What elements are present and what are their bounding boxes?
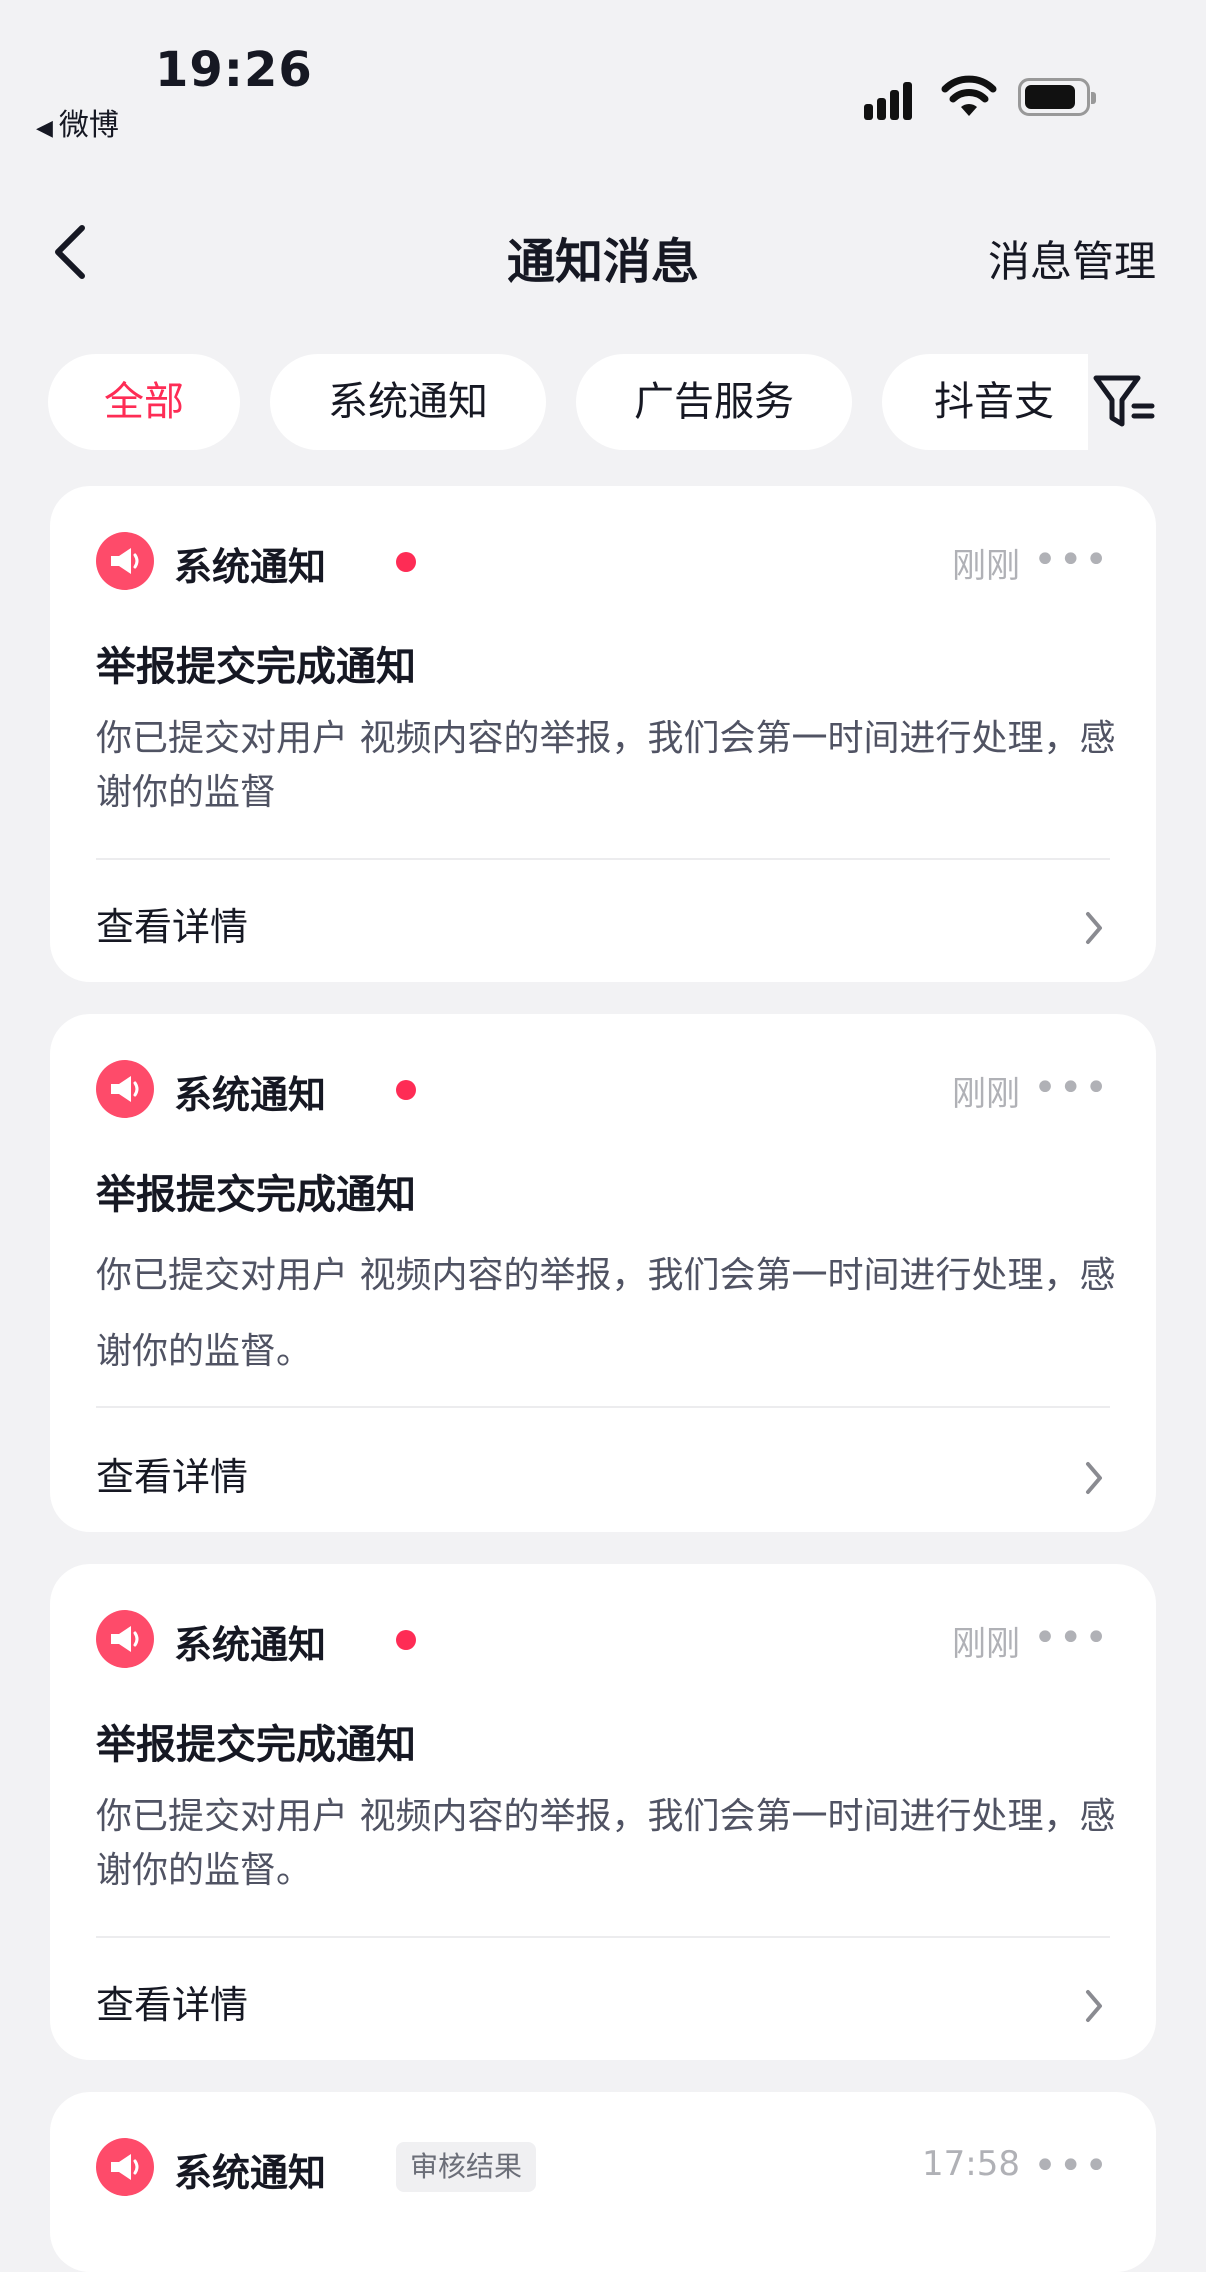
megaphone-icon xyxy=(96,532,154,590)
view-details-link[interactable]: 查看详情 xyxy=(96,896,248,951)
megaphone-icon xyxy=(96,2138,154,2196)
notification-time: 刚刚 xyxy=(952,1624,1020,1664)
notification-title: 举报提交完成通知 xyxy=(96,1722,416,1768)
notification-title: 举报提交完成通知 xyxy=(96,1172,416,1218)
unread-dot xyxy=(396,1630,416,1650)
tab-douyin-pay[interactable]: 抖音支 xyxy=(882,354,1088,450)
megaphone-icon xyxy=(96,1610,154,1668)
signal-icon xyxy=(864,78,924,120)
notification-card[interactable]: 系统通知 刚刚 ••• 举报提交完成通知 你已提交对用户 视频内容的举报，我们会… xyxy=(50,486,1156,982)
megaphone-icon xyxy=(96,1060,154,1118)
notification-body: 你已提交对用户 视频内容的举报，我们会第一时间进行处理，感谢你的监督 xyxy=(96,718,1116,813)
filter-tabs: 全部 系统通知 广告服务 抖音支 xyxy=(48,354,1088,450)
more-icon[interactable]: ••• xyxy=(1033,1068,1110,1108)
notification-time: 17:58 xyxy=(922,2144,1020,2184)
view-details-link[interactable]: 查看详情 xyxy=(96,1446,248,1501)
card-header: 系统通知 刚刚 ••• xyxy=(96,1610,1110,1668)
card-header: 系统通知 刚刚 ••• xyxy=(96,532,1110,590)
back-to-app[interactable]: ◀ 微博 xyxy=(36,100,119,144)
chevron-right-icon xyxy=(1086,912,1102,944)
source-name: 系统通知 xyxy=(174,2151,327,2195)
chevron-right-icon xyxy=(1086,1990,1102,2022)
chevron-right-icon xyxy=(1086,1462,1102,1494)
divider xyxy=(96,1936,1110,1938)
status-time: 19:26 xyxy=(155,42,313,98)
tab-ad-service[interactable]: 广告服务 xyxy=(576,354,852,450)
more-icon[interactable]: ••• xyxy=(1033,1618,1110,1658)
message-management-link[interactable]: 消息管理 xyxy=(988,228,1156,289)
source-name: 系统通知 xyxy=(174,1623,327,1667)
card-header: 系统通知 审核结果 17:58 ••• xyxy=(96,2138,1110,2196)
unread-dot xyxy=(396,552,416,572)
back-app-label: 微博 xyxy=(58,108,119,143)
divider xyxy=(96,858,1110,860)
notification-card[interactable]: 系统通知 审核结果 17:58 ••• xyxy=(50,2092,1156,2272)
tab-all[interactable]: 全部 xyxy=(48,354,240,450)
more-icon[interactable]: ••• xyxy=(1033,540,1110,580)
notification-time: 刚刚 xyxy=(952,546,1020,586)
more-icon[interactable]: ••• xyxy=(1033,2146,1110,2186)
card-header: 系统通知 刚刚 ••• xyxy=(96,1060,1110,1118)
unread-dot xyxy=(396,1080,416,1100)
notification-card[interactable]: 系统通知 刚刚 ••• 举报提交完成通知 你已提交对用户 视频内容的举报，我们会… xyxy=(50,1014,1156,1532)
divider xyxy=(96,1406,1110,1408)
tab-system-notice[interactable]: 系统通知 xyxy=(270,354,546,450)
notification-title: 举报提交完成通知 xyxy=(96,644,416,690)
notification-body: 你已提交对用户 视频内容的举报，我们会第一时间进行处理，感谢你的监督。 xyxy=(96,1796,1116,1891)
notification-time: 刚刚 xyxy=(952,1074,1020,1114)
filter-icon[interactable] xyxy=(1092,372,1156,432)
source-name: 系统通知 xyxy=(174,1073,327,1117)
notification-body: 你已提交对用户 视频内容的举报，我们会第一时间进行处理，感谢你的监督。 xyxy=(96,1255,1116,1372)
source-name: 系统通知 xyxy=(174,545,327,589)
back-triangle-icon: ◀ xyxy=(36,116,53,141)
battery-icon xyxy=(1018,78,1096,116)
notification-card[interactable]: 系统通知 刚刚 ••• 举报提交完成通知 你已提交对用户 视频内容的举报，我们会… xyxy=(50,1564,1156,2060)
status-badge: 审核结果 xyxy=(396,2142,537,2192)
wifi-icon xyxy=(941,75,997,116)
view-details-link[interactable]: 查看详情 xyxy=(96,1974,248,2029)
